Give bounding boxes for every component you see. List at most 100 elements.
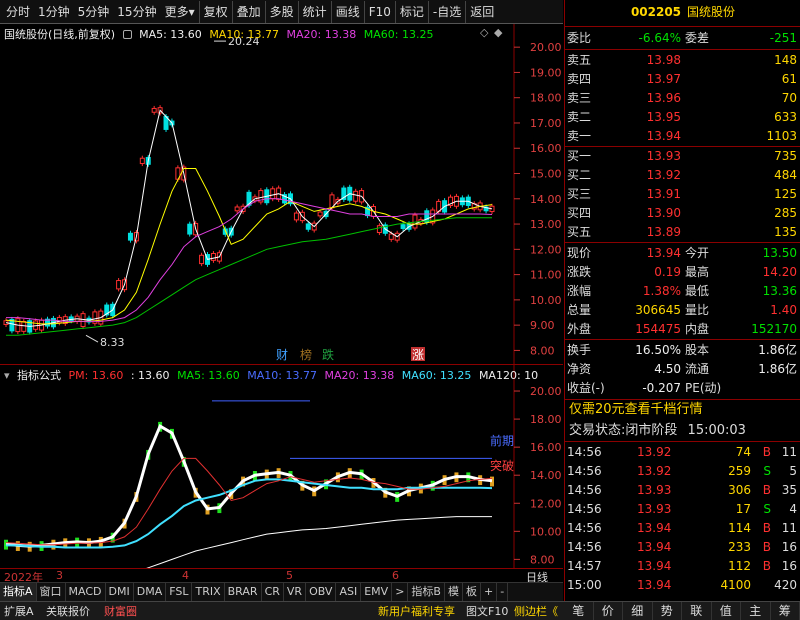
bid-level-label: 买五: [567, 225, 592, 239]
side-tab-chou[interactable]: 筹: [771, 602, 800, 620]
side-tab-lian[interactable]: 联: [682, 602, 712, 620]
wealth-circle-button[interactable]: 财富圈: [104, 603, 137, 620]
tab-ban[interactable]: 板: [463, 583, 481, 601]
toolbar-1min[interactable]: 1分钟: [34, 1, 74, 23]
kline-panel[interactable]: 国统股份(日线,前复权) MA5: 13.60 MA10: 13.77 MA20…: [0, 24, 563, 364]
time-axis: 2022年 3 4 5 6 日线: [0, 568, 563, 584]
toolbar-more[interactable]: 更多▾: [161, 1, 199, 23]
tab-window[interactable]: 窗口: [37, 583, 66, 601]
level2-promo[interactable]: 仅需20元查看千档行情: [565, 400, 800, 420]
toolbar-f10[interactable]: F10: [363, 0, 395, 23]
toolbar-fuquan[interactable]: 复权: [198, 0, 232, 23]
tab-brar[interactable]: BRAR: [225, 583, 262, 601]
ma20-line: [5, 457, 493, 546]
bid-row: 买五 13.89 135: [565, 223, 800, 242]
main-legend: 国统股份(日线,前复权) MA5: 13.60 MA10: 13.77 MA20…: [4, 26, 437, 42]
y-tick-label: 12.00: [530, 243, 562, 256]
tab-dmi[interactable]: DMI: [106, 583, 134, 601]
add-panel-button[interactable]: +: [481, 583, 498, 601]
expand-button[interactable]: 扩展A: [4, 603, 34, 620]
period-toolbar: 分时 1分钟 5分钟 15分钟 更多▾ 复权 叠加 多股 统计 画线 F10 标…: [0, 0, 563, 24]
divider: [565, 441, 800, 442]
main-legend-title: 国统股份(日线,前复权): [4, 28, 116, 41]
tab-emv[interactable]: EMV: [361, 583, 393, 601]
side-tab-shi[interactable]: 势: [653, 602, 682, 620]
toolbar-back[interactable]: 返回: [465, 0, 498, 23]
new-user-promo[interactable]: 新用户福利专享: [378, 603, 455, 620]
time-label: 6: [392, 569, 399, 582]
tab-trix[interactable]: TRIX: [192, 583, 225, 601]
y-tick-label: 10.00: [530, 525, 562, 538]
ask-price: 13.95: [646, 110, 681, 124]
quote-value: 152170: [751, 322, 797, 336]
tab-asi[interactable]: ASI: [336, 583, 362, 601]
stat-row: 换手 16.50% 股本 1.86亿: [565, 341, 800, 360]
tab-dma[interactable]: DMA: [134, 583, 167, 601]
trade-state: 交易状态:闭市阶段 15:00:03: [565, 421, 800, 441]
toolbar-fenshi[interactable]: 分时: [0, 1, 34, 23]
time-label: 4: [182, 569, 189, 582]
sidebar-toggle[interactable]: 侧边栏《: [514, 603, 558, 620]
remove-panel-button[interactable]: -: [497, 583, 509, 601]
low-label: 8.33: [100, 336, 125, 349]
quote-label: 涨跌: [567, 265, 592, 279]
side-tab-jia[interactable]: 价: [594, 602, 623, 620]
toolbar-duogu[interactable]: 多股: [264, 0, 298, 23]
y-tick-label: 14.00: [530, 469, 562, 482]
tab-zhibiao-b[interactable]: 指标B: [408, 583, 445, 601]
y-tick-label: 10.00: [530, 294, 562, 307]
f10-button[interactable]: 图文F10: [466, 603, 508, 620]
candle-body: [210, 253, 216, 261]
side-tab-xi[interactable]: 细: [623, 602, 653, 620]
tick-vol: 74: [735, 445, 751, 459]
quote-label: 量比: [685, 303, 710, 317]
side-tab-zhi[interactable]: 值: [712, 602, 741, 620]
candle-body: [293, 212, 299, 221]
toolbar-zixuan[interactable]: -自选: [427, 0, 465, 23]
toolbar-5min[interactable]: 5分钟: [74, 1, 114, 23]
side-tab-bi[interactable]: 笔: [564, 602, 594, 620]
weicha-value: -251: [769, 31, 797, 45]
toolbar-huaxian[interactable]: 画线: [330, 0, 364, 23]
tick-time: 14:56: [567, 464, 602, 478]
time-label: 3: [56, 569, 63, 582]
toolbar-15min[interactable]: 15分钟: [113, 1, 160, 23]
quote-label: 今开: [685, 246, 710, 260]
tab-scroll-right[interactable]: >: [392, 583, 409, 601]
toolbar-diejia[interactable]: 叠加: [231, 0, 265, 23]
tab-fsl[interactable]: FSL: [166, 583, 193, 601]
quote-label: 现价: [567, 246, 592, 260]
ind-legend-pm: PM: 13.60: [68, 369, 124, 382]
stock-title: 002205 国统股份: [565, 3, 800, 20]
quote-label: 涨幅: [567, 284, 592, 298]
weibi-label: 委比: [567, 31, 592, 45]
tick-time: 14:56: [567, 445, 602, 459]
quote-label: 最低: [685, 284, 710, 298]
side-tab-zhu[interactable]: 主: [741, 602, 771, 620]
settings-icon[interactable]: ▾: [4, 369, 10, 382]
quote-row: 现价 13.94 今开 13.50: [565, 244, 800, 263]
quote-row: 涨幅 1.38% 最低 13.36: [565, 282, 800, 301]
tick-n: 35: [781, 483, 797, 497]
related-quote-button[interactable]: 关联报价: [46, 603, 90, 620]
toolbar-tongji[interactable]: 统计: [297, 0, 331, 23]
tick-vol: 112: [728, 559, 751, 573]
toolbar-biaoji[interactable]: 标记: [394, 0, 428, 23]
ma-line-ma20: [6, 198, 493, 322]
time-label: 5: [286, 569, 293, 582]
tab-zhibiao-a[interactable]: 指标A: [0, 583, 37, 601]
ind-legend-ma10: MA10: 13.77: [247, 369, 317, 382]
tab-macd[interactable]: MACD: [66, 583, 106, 601]
tick-n: 16: [781, 540, 797, 554]
indicator-panel[interactable]: ▾ 指标公式 PM: 13.60 : 13.60 MA5: 13.60 MA10…: [0, 364, 563, 569]
tab-obv[interactable]: OBV: [306, 583, 337, 601]
tab-cr[interactable]: CR: [262, 583, 284, 601]
tab-mo[interactable]: 模: [445, 583, 463, 601]
y-tick-label: 9.00: [530, 319, 555, 332]
y-tick-label: 19.00: [530, 66, 562, 79]
tab-vr[interactable]: VR: [284, 583, 307, 601]
bid-level-label: 买四: [567, 206, 592, 220]
weibi-value: -6.64%: [638, 31, 681, 45]
settings-icon[interactable]: [122, 30, 132, 39]
bid-price: 13.90: [646, 206, 681, 220]
